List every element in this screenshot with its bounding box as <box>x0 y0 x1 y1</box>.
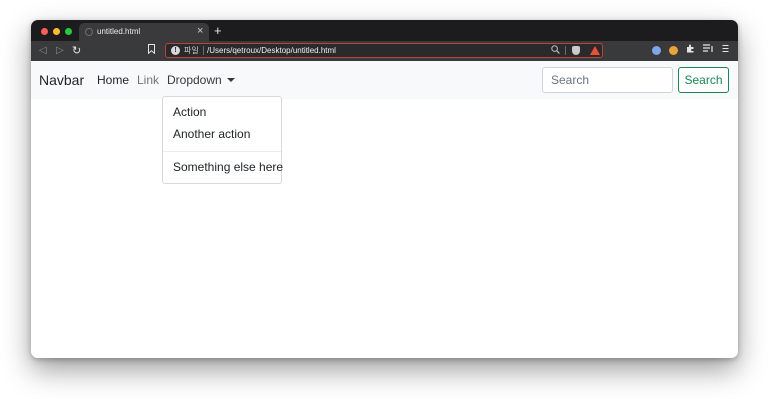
tab-strip: untitled.html × + <box>31 20 738 41</box>
search-input[interactable] <box>542 67 673 93</box>
dropdown-item-something-else[interactable]: Something else here <box>163 157 283 178</box>
tab-close-icon[interactable]: × <box>197 25 203 37</box>
vpn-icon[interactable] <box>652 46 661 55</box>
chevron-down-icon <box>226 78 235 82</box>
nav-dropdown-toggle[interactable]: Dropdown <box>167 73 235 87</box>
minimize-window-button[interactable] <box>53 28 60 35</box>
tab-title: untitled.html <box>97 27 141 36</box>
globe-icon <box>85 28 93 36</box>
search-button[interactable]: Search <box>678 67 729 93</box>
new-tab-button[interactable]: + <box>214 23 222 38</box>
reload-icon[interactable]: ↻ <box>72 44 81 58</box>
playlist-icon[interactable] <box>703 44 714 58</box>
nav-link-link[interactable]: Link <box>137 73 159 87</box>
address-separator-right <box>565 46 566 55</box>
puzzle-icon[interactable] <box>686 44 695 58</box>
brave-shields-icon[interactable] <box>572 46 580 55</box>
browser-window: untitled.html × + ◁ ▷ ↻ ! 파일 /Users/qetr… <box>31 20 738 358</box>
zoom-icon[interactable] <box>551 45 560 57</box>
page-content: Navbar Home Link Dropdown Search Action … <box>31 61 738 358</box>
nav-link-home[interactable]: Home <box>97 73 129 87</box>
address-bar[interactable]: ! 파일 /Users/qetroux/Desktop/untitled.htm… <box>165 43 603 58</box>
dropdown-divider <box>163 151 281 152</box>
back-arrow-icon[interactable]: ◁ <box>39 44 47 58</box>
url-text[interactable]: /Users/qetroux/Desktop/untitled.html <box>207 45 336 56</box>
bookmark-icon[interactable] <box>148 44 155 59</box>
navbar: Navbar Home Link Dropdown Search <box>31 61 738 99</box>
forward-arrow-icon[interactable]: ▷ <box>56 44 64 58</box>
address-separator <box>203 46 204 55</box>
scheme-label: 파일 <box>184 46 199 55</box>
navbar-brand[interactable]: Navbar <box>39 72 84 88</box>
dropdown-menu: Action Another action Something else her… <box>162 96 283 184</box>
nav-dropdown-label: Dropdown <box>167 73 222 87</box>
tab-untitled[interactable]: untitled.html × <box>79 23 209 41</box>
close-window-button[interactable] <box>41 28 48 35</box>
brave-rewards-icon[interactable] <box>590 46 600 55</box>
zoom-window-button[interactable] <box>65 28 72 35</box>
menu-icon[interactable] <box>722 44 729 58</box>
wallet-icon[interactable] <box>669 46 678 55</box>
dropdown-item-action[interactable]: Action <box>163 102 281 123</box>
info-icon[interactable]: ! <box>171 46 180 55</box>
browser-toolbar: ◁ ▷ ↻ ! 파일 /Users/qetroux/Desktop/untitl… <box>31 41 738 61</box>
dropdown-item-another-action[interactable]: Another action <box>163 124 281 145</box>
